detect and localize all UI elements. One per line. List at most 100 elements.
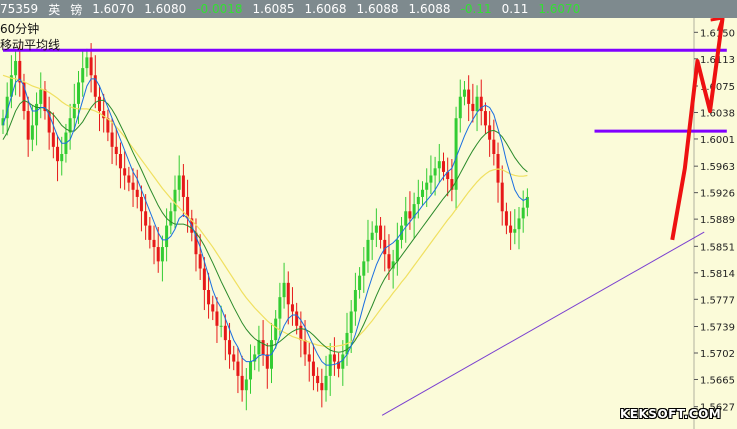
quote-low: 1.6068 bbox=[304, 2, 347, 16]
candle-body bbox=[211, 304, 215, 312]
candle-body bbox=[471, 103, 475, 112]
candle-body bbox=[123, 168, 127, 176]
trend-line bbox=[381, 231, 705, 416]
ma-short-line bbox=[2, 78, 528, 366]
candle-body bbox=[278, 297, 282, 319]
y-tick-label: 1.5702 bbox=[700, 349, 735, 360]
candle-body bbox=[488, 125, 492, 140]
candle-body bbox=[416, 196, 420, 205]
candle-body bbox=[30, 125, 34, 140]
candle-body bbox=[492, 139, 496, 154]
candle-body bbox=[72, 103, 76, 119]
y-tick-label: 1.5889 bbox=[700, 215, 735, 226]
y-tick-label: 1.6150 bbox=[700, 28, 735, 39]
candle-body bbox=[429, 175, 433, 183]
candle-body bbox=[60, 154, 64, 162]
candle-body bbox=[496, 154, 500, 183]
candle-body bbox=[228, 340, 232, 355]
candle-body bbox=[85, 57, 89, 69]
candle-body bbox=[437, 161, 441, 169]
quote-high: 1.6080 bbox=[144, 2, 187, 16]
candle-body bbox=[97, 96, 101, 112]
y-tick-label: 1.5665 bbox=[700, 375, 735, 386]
candle-body bbox=[290, 304, 294, 312]
candle-body bbox=[160, 247, 164, 262]
candle-body bbox=[202, 268, 206, 290]
y-tick-label: 1.5926 bbox=[700, 189, 735, 200]
y-tick-label: 1.6038 bbox=[700, 108, 735, 119]
candle-body bbox=[370, 232, 374, 240]
candle-body bbox=[165, 225, 169, 248]
candle-body bbox=[207, 290, 211, 305]
y-tick-label: 1.6001 bbox=[700, 135, 735, 146]
candle-body bbox=[458, 96, 462, 119]
candle-body bbox=[51, 132, 55, 147]
y-tick-label: 1.5963 bbox=[700, 162, 735, 173]
candle-body bbox=[152, 239, 156, 248]
candle-body bbox=[467, 89, 471, 104]
candle-body bbox=[240, 375, 244, 391]
y-tick-label: 1.5851 bbox=[700, 242, 735, 253]
candle-body bbox=[421, 189, 425, 197]
candle-body bbox=[274, 318, 278, 341]
candle-body bbox=[77, 82, 81, 104]
candle-body bbox=[441, 161, 445, 172]
candle-body bbox=[148, 225, 152, 240]
candle-body bbox=[404, 211, 408, 226]
y-tick-label: 1.5739 bbox=[700, 323, 735, 334]
candle-body bbox=[89, 57, 93, 76]
candle-body bbox=[475, 96, 479, 112]
candle-body bbox=[513, 229, 517, 233]
candle-body bbox=[299, 325, 303, 341]
candle-body bbox=[521, 207, 525, 219]
candle-body bbox=[139, 196, 143, 212]
candle-body bbox=[433, 168, 437, 176]
candle-body bbox=[131, 182, 135, 190]
ma-long-line bbox=[2, 74, 528, 348]
quote-prev: 1.6085 bbox=[252, 2, 295, 16]
candle-body bbox=[56, 146, 60, 162]
candle-body bbox=[383, 239, 387, 255]
candle-body bbox=[332, 354, 336, 362]
quote-open: 1.6070 bbox=[92, 2, 135, 16]
candle-body bbox=[395, 239, 399, 262]
candle-body bbox=[324, 375, 328, 391]
quote-change: -0.0018 bbox=[196, 2, 243, 16]
candle-body bbox=[244, 379, 248, 391]
quote-name-char2: 镑 bbox=[70, 2, 83, 17]
indicator-label: 移动平均线 bbox=[0, 38, 61, 52]
candle-body bbox=[425, 182, 429, 190]
candle-body bbox=[249, 361, 253, 380]
candle-body bbox=[118, 154, 122, 169]
candle-body bbox=[295, 311, 299, 326]
candle-body bbox=[286, 282, 290, 305]
candle-body bbox=[362, 261, 366, 276]
candle-body bbox=[39, 89, 43, 104]
candle-body bbox=[500, 182, 504, 212]
quote-bar: 75359 英 镑 1.6070 1.6080 -0.0018 1.6085 1… bbox=[0, 0, 737, 18]
quote-last: 1.6088 bbox=[356, 2, 399, 16]
quote-amplitude: 0.11 bbox=[501, 2, 529, 16]
candle-body bbox=[14, 60, 18, 76]
period-label: 60分钟 bbox=[0, 22, 40, 36]
candle-body bbox=[408, 211, 412, 219]
quote-name-char1: 英 bbox=[48, 2, 61, 17]
candle-body bbox=[181, 175, 185, 197]
candle-body bbox=[215, 311, 219, 326]
candle-body bbox=[366, 239, 370, 262]
y-tick-label: 1.5814 bbox=[700, 269, 735, 280]
candle-body bbox=[156, 247, 160, 262]
candle-body bbox=[349, 311, 353, 333]
candle-body bbox=[517, 218, 521, 230]
candle-body bbox=[173, 189, 177, 212]
candle-body bbox=[236, 361, 240, 376]
price-chart: 1.61501.61131.60751.60381.60011.59631.59… bbox=[1, 18, 735, 429]
candle-body bbox=[504, 211, 508, 226]
candle-body bbox=[144, 211, 148, 226]
candle-body bbox=[374, 225, 378, 233]
candle-body bbox=[135, 189, 139, 197]
candle-body bbox=[483, 111, 487, 126]
candle-body bbox=[114, 146, 118, 154]
candle-body bbox=[316, 375, 320, 384]
candle-body bbox=[353, 290, 357, 312]
